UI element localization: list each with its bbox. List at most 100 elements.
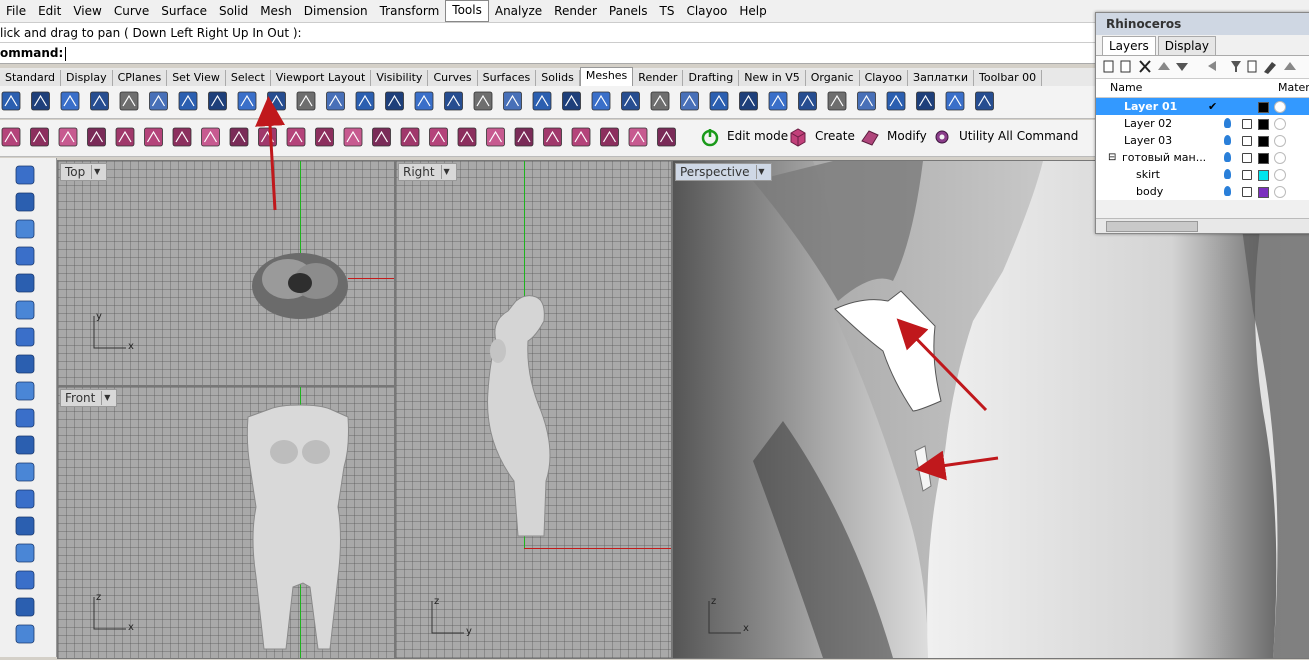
new-sublayer-icon[interactable] [1120, 60, 1131, 73]
perspective-viewport[interactable]: Perspective ▼ z x [672, 160, 1309, 659]
tspline-tool-icon[interactable] [372, 127, 391, 147]
tspline-tool-icon[interactable] [400, 127, 420, 147]
collapse-icon[interactable]: ⊟ [1108, 149, 1116, 166]
menu-clayoo[interactable]: Clayoo [680, 1, 733, 21]
menu-mesh[interactable]: Mesh [254, 1, 298, 21]
tab-new-in-v5[interactable]: New in V5 [739, 70, 806, 86]
tspline-tool-icon[interactable] [201, 127, 220, 147]
tab-viewport-layout[interactable]: Viewport Layout [270, 70, 372, 86]
mesh-tool-icon[interactable] [326, 91, 345, 111]
layer-row[interactable]: Layer 01 ✔ [1096, 98, 1309, 115]
right-viewport-title[interactable]: Right ▼ [398, 163, 457, 181]
tspline-tool-icon[interactable] [343, 127, 363, 147]
solid-tool-icon[interactable] [15, 354, 35, 374]
modify-button[interactable]: Modify [860, 126, 928, 148]
tab-layers[interactable]: Layers [1102, 36, 1156, 55]
solid-tool-icon[interactable] [15, 165, 35, 185]
tab-organic[interactable]: Organic [805, 70, 860, 86]
new-layer-icon[interactable] [1103, 60, 1114, 73]
tab-solids[interactable]: Solids [536, 70, 580, 86]
tab-standard[interactable]: Standard [0, 70, 62, 86]
move-up-icon[interactable] [1158, 62, 1170, 70]
layer-row[interactable]: skirt [1096, 166, 1309, 183]
menu-file[interactable]: File [0, 1, 32, 21]
menu-panels[interactable]: Panels [603, 1, 654, 21]
mesh-tool-icon[interactable] [119, 91, 139, 111]
tab-display[interactable]: Display [61, 70, 113, 86]
command-line[interactable]: ommand: [0, 42, 1095, 64]
mesh-tool-icon[interactable] [414, 91, 434, 111]
wrench-icon[interactable] [1264, 62, 1276, 74]
menu-transform[interactable]: Transform [374, 1, 446, 21]
solid-tool-icon[interactable] [15, 516, 35, 536]
mesh-tool-icon[interactable] [768, 91, 788, 111]
mesh-tool-icon[interactable] [31, 91, 50, 111]
tspline-tool-icon[interactable] [571, 127, 591, 147]
visibility-bulb-icon[interactable] [1224, 118, 1231, 128]
mesh-tool-icon[interactable] [798, 91, 817, 111]
solid-tool-icon[interactable] [15, 381, 35, 401]
mesh-tool-icon[interactable] [503, 91, 522, 111]
tab-set-view[interactable]: Set View [167, 70, 226, 86]
mesh-tool-icon[interactable] [739, 91, 758, 111]
mesh-tool-icon[interactable] [267, 91, 286, 111]
mesh-tool-icon[interactable] [178, 91, 198, 111]
tspline-tool-icon[interactable] [115, 127, 135, 147]
tab-curves[interactable]: Curves [428, 70, 478, 86]
tspline-tool-icon[interactable] [514, 127, 534, 147]
visibility-bulb-icon[interactable] [1224, 169, 1231, 179]
menu-curve[interactable]: Curve [108, 1, 155, 21]
mesh-tool-icon[interactable] [237, 91, 257, 111]
visibility-bulb-icon[interactable] [1224, 135, 1231, 145]
solid-tool-icon[interactable] [15, 192, 35, 212]
tab-clayoo[interactable]: Clayoo [859, 70, 909, 86]
mesh-tool-icon[interactable] [621, 91, 640, 111]
layer-color-swatch[interactable] [1258, 119, 1269, 130]
menu-help[interactable]: Help [733, 1, 772, 21]
tspline-tool-icon[interactable] [229, 127, 249, 147]
mesh-tool-icon[interactable] [208, 91, 227, 111]
tspline-tool-icon[interactable] [600, 127, 619, 147]
chevron-down-icon[interactable]: ▼ [440, 165, 452, 179]
layer-row[interactable]: ⊟ готовый ман... [1096, 149, 1309, 166]
tspline-tool-icon[interactable] [429, 127, 448, 147]
tspline-tool-icon[interactable] [87, 127, 106, 147]
front-viewport-title[interactable]: Front ▼ [60, 389, 118, 407]
layer-color-swatch[interactable] [1258, 170, 1269, 181]
menu-ts[interactable]: TS [654, 1, 681, 21]
tab-cplanes[interactable]: CPlanes [112, 70, 168, 86]
layer-color-swatch[interactable] [1258, 136, 1269, 147]
material-circle-icon[interactable] [1274, 101, 1286, 113]
solid-tool-icon[interactable] [15, 219, 35, 239]
tspline-tool-icon[interactable] [315, 127, 334, 147]
tspline-tool-icon[interactable] [172, 127, 192, 147]
layer-row[interactable]: Layer 02 [1096, 115, 1309, 132]
right-viewport[interactable]: Right ▼ z y [395, 160, 672, 659]
top-viewport[interactable]: Top ▼ y x [57, 160, 395, 386]
triangle-icon[interactable] [1284, 62, 1296, 70]
menu-edit[interactable]: Edit [32, 1, 67, 21]
tab-заплатки[interactable]: Заплатки [908, 70, 974, 86]
front-viewport[interactable]: Front ▼ z x [57, 386, 395, 659]
layer-row[interactable]: body [1096, 183, 1309, 200]
layer-color-swatch[interactable] [1258, 102, 1269, 113]
menu-solid[interactable]: Solid [213, 1, 254, 21]
material-circle-icon[interactable] [1274, 169, 1286, 181]
perspective-viewport-title[interactable]: Perspective ▼ [675, 163, 772, 181]
tspline-tool-icon[interactable] [30, 127, 49, 147]
mesh-tool-icon[interactable] [916, 91, 935, 111]
mesh-tool-icon[interactable] [945, 91, 965, 111]
tspline-tool-icon[interactable] [258, 127, 277, 147]
tspline-tool-icon[interactable] [628, 127, 648, 147]
lock-icon[interactable] [1242, 170, 1252, 180]
solid-tool-icon[interactable] [15, 462, 35, 482]
all-command-button[interactable]: All Command [998, 126, 1078, 146]
menu-render[interactable]: Render [548, 1, 603, 21]
material-circle-icon[interactable] [1274, 135, 1286, 147]
tspline-tool-icon[interactable] [486, 127, 505, 147]
tab-surfaces[interactable]: Surfaces [477, 70, 537, 86]
tspline-tool-icon[interactable] [657, 127, 676, 147]
mesh-tool-icon[interactable] [532, 91, 552, 111]
solid-tool-icon[interactable] [15, 543, 35, 563]
tspline-tool-icon[interactable] [543, 127, 562, 147]
